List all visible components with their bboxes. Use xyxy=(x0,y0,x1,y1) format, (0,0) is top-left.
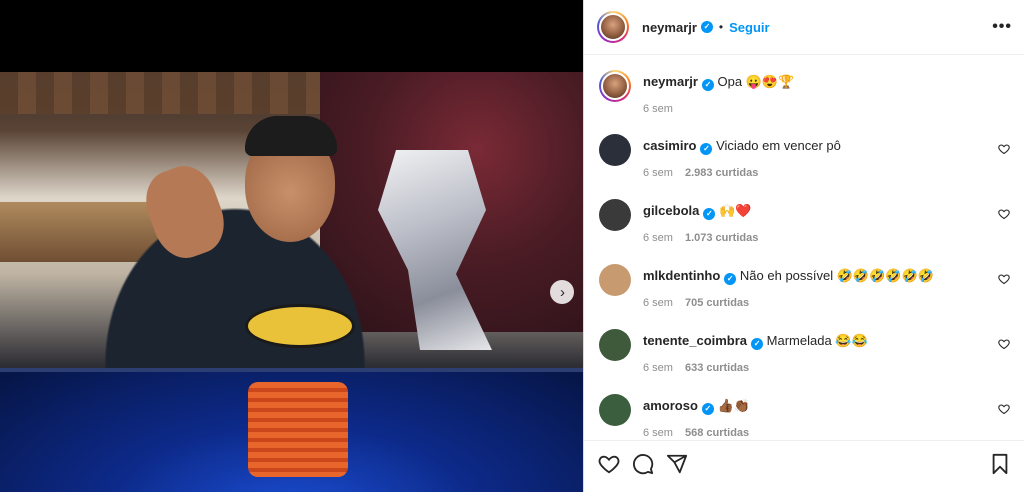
comment-row: tenente_coimbra ✓ Marmelada 😂😂 6 sem 633 c… xyxy=(599,329,1013,394)
comment-likes[interactable]: 1.073 curtidas xyxy=(685,232,758,244)
post-dialog: › neymarjr ✓ • Seguir ••• neymarjr ✓ Opa … xyxy=(0,0,1024,492)
caption-row: neymarjr ✓ Opa 😛😍🏆 6 sem xyxy=(599,70,1013,134)
comment-like-heart-icon[interactable] xyxy=(998,403,1010,415)
comment-text: 👍🏾👏🏾 xyxy=(717,398,750,413)
chevron-right-icon: › xyxy=(560,283,565,301)
comment-avatar[interactable] xyxy=(599,134,631,166)
bookmark-icon[interactable] xyxy=(987,451,1013,477)
comment-avatar[interactable] xyxy=(599,264,631,296)
photo-cap-top xyxy=(245,116,337,156)
comment-text: Marmelada 😂😂 xyxy=(766,333,868,348)
carousel-next-button[interactable]: › xyxy=(550,280,574,304)
author-avatar[interactable] xyxy=(597,11,629,43)
comment-row: casimiro ✓ Viciado em vencer pô 6 sem 2.98… xyxy=(599,134,1013,199)
caption-time[interactable]: 6 sem xyxy=(643,103,673,115)
verified-icon: ✓ xyxy=(701,403,714,415)
verified-icon: ✓ xyxy=(701,79,714,91)
verified-icon: ✓ xyxy=(700,21,713,33)
author-username[interactable]: neymarjr xyxy=(642,20,697,35)
comment-avatar[interactable] xyxy=(599,394,631,426)
comment-username[interactable]: tenente_coimbra xyxy=(643,333,747,348)
comment-username[interactable]: gilcebola xyxy=(643,203,699,218)
comment-like-heart-icon[interactable] xyxy=(998,208,1010,220)
post-media: › xyxy=(0,0,583,492)
post-side-panel: neymarjr ✓ • Seguir ••• neymarjr ✓ Opa 😛😍… xyxy=(583,0,1024,492)
comment-row: amoroso ✓ 👍🏾👏🏾 6 sem 568 curtidas xyxy=(599,394,1013,440)
share-icon[interactable] xyxy=(664,451,690,477)
comment-text: Viciado em vencer pô xyxy=(716,138,841,153)
comment-username[interactable]: amoroso xyxy=(643,398,698,413)
comment-username[interactable]: casimiro xyxy=(643,138,696,153)
comments-list[interactable]: neymarjr ✓ Opa 😛😍🏆 6 sem casimiro ✓ Viciad… xyxy=(584,56,1024,440)
comment-likes[interactable]: 633 curtidas xyxy=(685,362,749,374)
comment-time[interactable]: 6 sem xyxy=(643,297,673,309)
post-header: neymarjr ✓ • Seguir ••• xyxy=(584,0,1024,55)
header-separator: • xyxy=(718,20,724,34)
comment-username[interactable]: mlkdentinho xyxy=(643,268,720,283)
comment-icon[interactable] xyxy=(630,451,656,477)
caption-username[interactable]: neymarjr xyxy=(643,74,698,89)
verified-icon: ✓ xyxy=(751,338,764,350)
more-options-icon[interactable]: ••• xyxy=(992,18,1012,36)
comment-likes[interactable]: 705 curtidas xyxy=(685,297,749,309)
post-actions-bar xyxy=(584,440,1024,492)
photo-chips xyxy=(248,382,348,477)
comment-row: mlkdentinho ✓ Não eh possível 🤣🤣🤣🤣🤣🤣 6 se… xyxy=(599,264,1013,329)
verified-icon: ✓ xyxy=(700,143,713,155)
comment-text: 🙌❤️ xyxy=(718,203,752,218)
comment-row: gilcebola ✓ 🙌❤️ 6 sem 1.073 curtidas xyxy=(599,199,1013,264)
heart-icon[interactable] xyxy=(596,451,622,477)
comment-avatar[interactable] xyxy=(599,199,631,231)
verified-icon: ✓ xyxy=(724,273,737,285)
follow-button[interactable]: Seguir xyxy=(729,20,769,35)
caption-avatar[interactable] xyxy=(599,70,631,102)
comment-text: Não eh possível 🤣🤣🤣🤣🤣🤣 xyxy=(739,268,934,283)
comment-time[interactable]: 6 sem xyxy=(643,362,673,374)
photo-person xyxy=(70,167,400,397)
comment-time[interactable]: 6 sem xyxy=(643,167,673,179)
comment-like-heart-icon[interactable] xyxy=(998,273,1010,285)
comment-like-heart-icon[interactable] xyxy=(998,143,1010,155)
comment-like-heart-icon[interactable] xyxy=(998,338,1010,350)
post-photo xyxy=(0,72,583,492)
comment-likes[interactable]: 2.983 curtidas xyxy=(685,167,758,179)
comment-time[interactable]: 6 sem xyxy=(643,427,673,439)
comment-avatar[interactable] xyxy=(599,329,631,361)
verified-icon: ✓ xyxy=(703,208,716,220)
comment-likes[interactable]: 568 curtidas xyxy=(685,427,749,439)
caption-text: Opa 😛😍🏆 xyxy=(717,74,795,89)
comment-time[interactable]: 6 sem xyxy=(643,232,673,244)
photo-shirt-logo xyxy=(245,304,355,348)
